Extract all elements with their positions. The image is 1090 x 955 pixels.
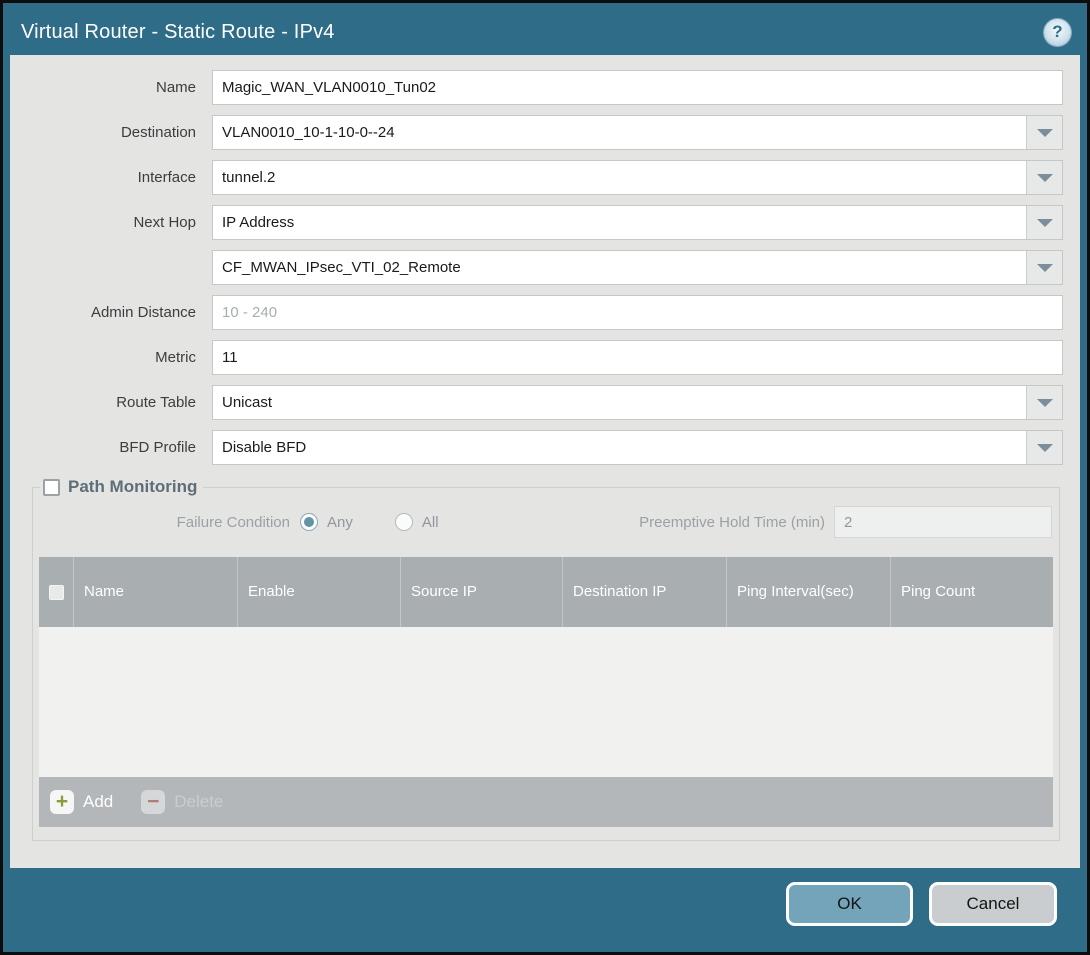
route-table-input[interactable] — [213, 386, 1026, 419]
chevron-down-icon — [1037, 444, 1053, 452]
radio-any-icon[interactable] — [300, 513, 318, 531]
radio-any-label: Any — [327, 514, 353, 531]
cancel-button[interactable]: Cancel — [929, 882, 1057, 926]
route-table-label: Route Table — [10, 394, 205, 411]
static-route-dialog: Virtual Router - Static Route - IPv4 ? N… — [0, 0, 1090, 955]
failure-condition-all-option[interactable]: All — [395, 513, 439, 531]
path-monitoring-checkbox[interactable] — [43, 479, 60, 496]
table-header-name[interactable]: Name — [73, 557, 237, 627]
chevron-down-icon — [1037, 264, 1053, 272]
admin-distance-label: Admin Distance — [10, 304, 205, 321]
form-row-next-hop: Next Hop — [10, 205, 1063, 240]
form-row-interface: Interface — [10, 160, 1063, 195]
name-input[interactable] — [212, 70, 1063, 105]
select-all-checkbox[interactable] — [49, 585, 64, 600]
table-header-source-ip[interactable]: Source IP — [400, 557, 562, 627]
form-row-metric: Metric — [10, 340, 1063, 375]
destination-input[interactable] — [213, 116, 1026, 149]
table-toolbar: + Add − Delete — [39, 777, 1053, 827]
dialog-footer: OK Cancel — [3, 868, 1087, 952]
dialog-content: Name Destination Interface — [10, 55, 1080, 868]
next-hop-type-input[interactable] — [213, 206, 1026, 239]
bfd-profile-label: BFD Profile — [10, 439, 205, 456]
failure-condition-row: Failure Condition Any All Preemptive Hol… — [38, 505, 1054, 539]
next-hop-label: Next Hop — [10, 214, 205, 231]
help-icon[interactable]: ? — [1044, 19, 1071, 46]
form-row-route-table: Route Table — [10, 385, 1063, 420]
metric-label: Metric — [10, 349, 205, 366]
chevron-down-icon — [1037, 219, 1053, 227]
next-hop-type-dropdown-button[interactable] — [1026, 206, 1062, 239]
table-header-ping-interval[interactable]: Ping Interval(sec) — [726, 557, 890, 627]
plus-icon: + — [50, 790, 74, 814]
bfd-profile-dropdown-button[interactable] — [1026, 431, 1062, 464]
interface-dropdown-button[interactable] — [1026, 161, 1062, 194]
chevron-down-icon — [1037, 399, 1053, 407]
next-hop-address-input[interactable] — [213, 251, 1026, 284]
radio-all-icon[interactable] — [395, 513, 413, 531]
path-monitoring-legend: Path Monitoring — [40, 477, 203, 497]
metric-input[interactable] — [212, 340, 1063, 375]
route-table-dropdown-button[interactable] — [1026, 386, 1062, 419]
chevron-down-icon — [1037, 129, 1053, 137]
table-header-destination-ip[interactable]: Destination IP — [562, 557, 726, 627]
table-header-enable[interactable]: Enable — [237, 557, 400, 627]
name-label: Name — [10, 79, 205, 96]
path-monitoring-section: Path Monitoring Failure Condition Any Al… — [32, 477, 1060, 841]
preemptive-hold-time-label: Preemptive Hold Time (min) — [639, 514, 834, 531]
destination-dropdown-button[interactable] — [1026, 116, 1062, 149]
preemptive-hold-time-input[interactable] — [834, 506, 1052, 538]
failure-condition-label: Failure Condition — [38, 514, 300, 531]
next-hop-address-dropdown-button[interactable] — [1026, 251, 1062, 284]
interface-input[interactable] — [213, 161, 1026, 194]
dialog-title: Virtual Router - Static Route - IPv4 — [21, 21, 1044, 44]
form-row-destination: Destination — [10, 115, 1063, 150]
failure-condition-any-option[interactable]: Any — [300, 513, 353, 531]
delete-button-label: Delete — [174, 792, 223, 812]
table-header-row: Name Enable Source IP Destination IP Pin… — [39, 557, 1053, 627]
form-row-admin-distance: Admin Distance — [10, 295, 1063, 330]
add-button[interactable]: + Add — [50, 790, 113, 814]
titlebar: Virtual Router - Static Route - IPv4 ? — [3, 3, 1087, 55]
radio-all-label: All — [422, 514, 439, 531]
delete-button[interactable]: − Delete — [141, 790, 223, 814]
form-row-next-hop-address — [10, 250, 1063, 285]
destination-label: Destination — [10, 124, 205, 141]
bfd-profile-input[interactable] — [213, 431, 1026, 464]
form-row-bfd-profile: BFD Profile — [10, 430, 1063, 465]
path-monitoring-table: Name Enable Source IP Destination IP Pin… — [39, 557, 1053, 827]
table-header-ping-count[interactable]: Ping Count — [890, 557, 1053, 627]
form-row-name: Name — [10, 70, 1063, 105]
table-header-select-all — [39, 557, 73, 627]
table-body-empty — [39, 627, 1053, 777]
interface-label: Interface — [10, 169, 205, 186]
add-button-label: Add — [83, 792, 113, 812]
path-monitoring-label: Path Monitoring — [68, 477, 197, 497]
minus-icon: − — [141, 790, 165, 814]
ok-button[interactable]: OK — [786, 882, 913, 926]
chevron-down-icon — [1037, 174, 1053, 182]
admin-distance-input[interactable] — [212, 295, 1063, 330]
